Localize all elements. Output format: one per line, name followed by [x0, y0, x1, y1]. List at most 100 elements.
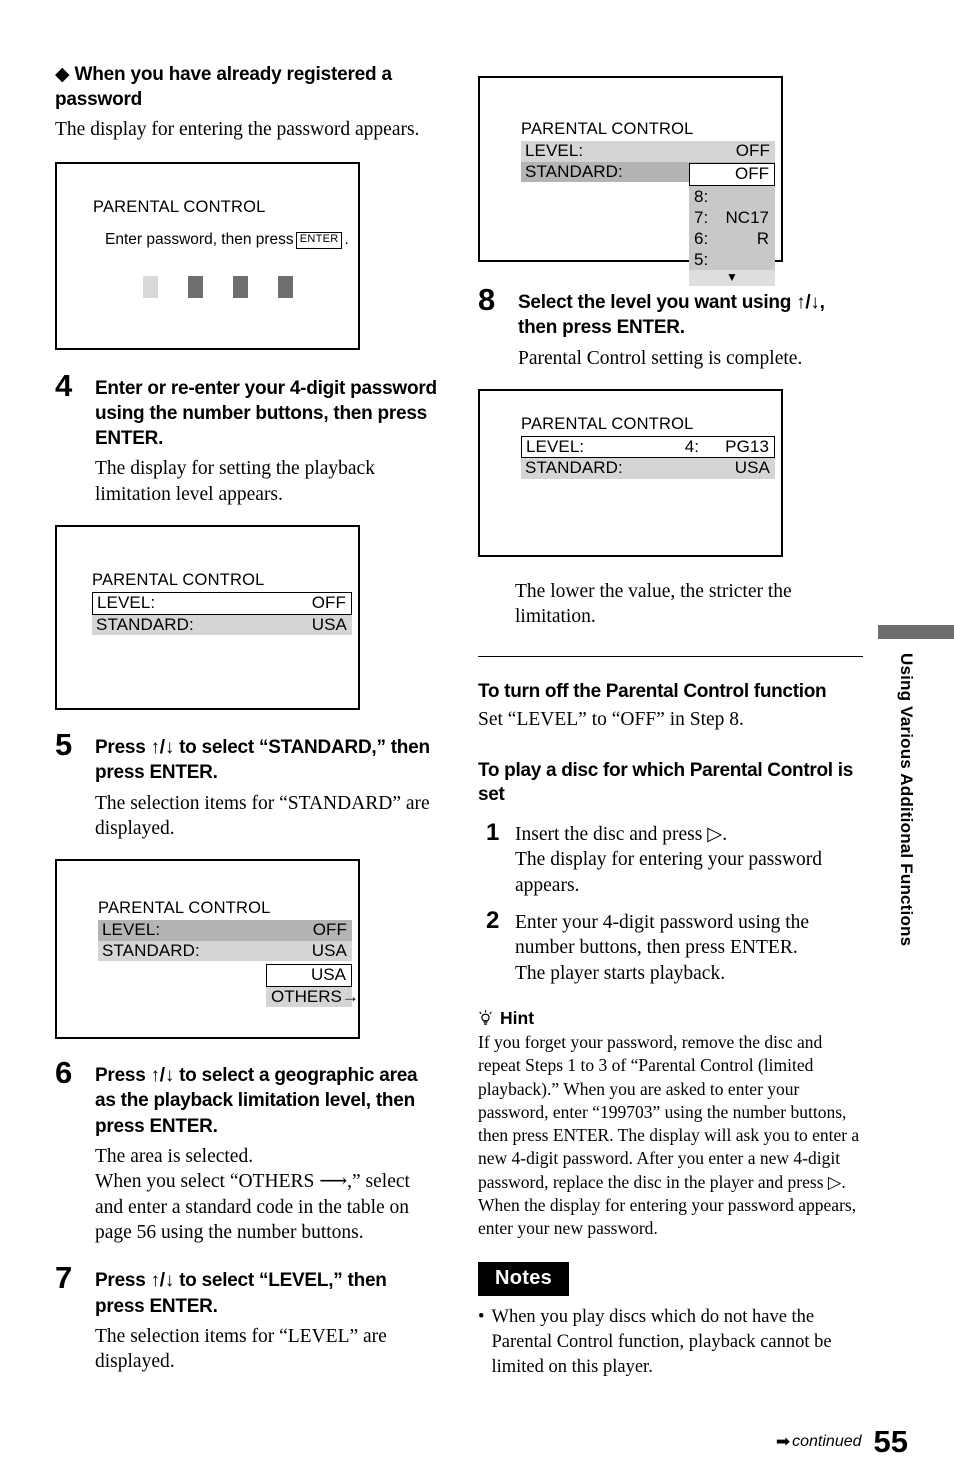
- osd-row-level-label: LEVEL:: [97, 592, 156, 612]
- note-item: • When you play discs which do not have …: [478, 1305, 863, 1379]
- bullet-dot: •: [478, 1307, 485, 1328]
- hint-heading-label: Hint: [500, 1008, 535, 1029]
- step-4-title: Enter or re-enter your 4-digit password …: [95, 377, 437, 450]
- hint-body: If you forget your password, remove the …: [478, 1032, 860, 1239]
- password-digit-box: [143, 276, 158, 299]
- osd-title: PARENTAL CONTROL: [521, 414, 694, 433]
- osd-row-level-value: OFF: [735, 140, 770, 160]
- password-prompt-after: .: [344, 231, 349, 249]
- standard-options-dropdown[interactable]: USA OTHERS→: [266, 964, 359, 1008]
- osd-title: PARENTAL CONTROL: [98, 899, 271, 918]
- osd-row-standard[interactable]: STANDARD: USA: [92, 614, 352, 636]
- step-6-title: Press ↑/↓ to select a geographic area as…: [95, 1065, 418, 1137]
- screen-level-dropdown-content: PARENTAL CONTROL LEVEL: OFF STANDARD: OF…: [480, 78, 781, 286]
- screen-level-standard-content: PARENTAL CONTROL LEVEL: OFF STANDARD: US…: [57, 527, 358, 708]
- step-4-description: The display for setting the playback lim…: [95, 458, 375, 505]
- level-options-dropdown[interactable]: OFF 8: 7: NC17 6: R 5: ▼: [689, 162, 775, 286]
- screen-standard-dropdown-content: PARENTAL CONTROL LEVEL: OFF STANDARD: US…: [57, 861, 359, 1037]
- password-prompt: Enter password, then press ENTER .: [105, 231, 349, 249]
- screen-standard-dropdown: PARENTAL CONTROL LEVEL: OFF STANDARD: US…: [55, 859, 360, 1040]
- step-5: 5 Press ↑/↓ to select “STANDARD,” then p…: [55, 729, 440, 841]
- osd-row-standard-label: STANDARD:: [525, 161, 623, 181]
- osd-row-level[interactable]: LEVEL: 4: PG13: [521, 435, 775, 459]
- arrow-right-icon: ➡: [775, 1432, 791, 1451]
- after-screen-note: The lower the value, the stricter the li…: [515, 580, 792, 628]
- osd-row-level-value: OFF: [312, 920, 347, 939]
- dropdown-option-level-5[interactable]: 5:: [689, 248, 775, 270]
- osd-row-level-value: PG13: [725, 436, 769, 456]
- osd-row-level[interactable]: LEVEL: OFF: [98, 920, 352, 941]
- step-8-title: Select the level you want using ↑/↓, the…: [518, 292, 825, 339]
- level-value: [724, 249, 769, 270]
- osd-title: PARENTAL CONTROL: [92, 570, 265, 589]
- level-key: 5:: [694, 249, 709, 269]
- step-7: 7 Press ↑/↓ to select “LEVEL,” then pres…: [55, 1262, 440, 1374]
- osd-row-level-value: OFF: [311, 592, 346, 612]
- level-value: R: [756, 228, 769, 248]
- dropdown-option-level-7[interactable]: 7: NC17: [689, 206, 775, 228]
- play-step-1: 1 Insert the disc and press ▷. The displ…: [478, 818, 863, 898]
- osd-row-level[interactable]: LEVEL: OFF: [521, 140, 775, 162]
- screen-setting-complete-content: PARENTAL CONTROL LEVEL: 4: PG13 STANDARD…: [480, 391, 781, 555]
- osd-row-standard-label: STANDARD:: [96, 614, 194, 634]
- dropdown-option-others[interactable]: OTHERS→: [266, 986, 359, 1008]
- osd-row-standard-value: USA: [734, 458, 770, 478]
- step-6-number: 6: [55, 1055, 73, 1091]
- continued-label: continued: [792, 1432, 862, 1450]
- osd-title: PARENTAL CONTROL: [521, 120, 694, 138]
- dropdown-scroll-down-icon[interactable]: ▼: [689, 269, 775, 286]
- password-digit-box: [278, 276, 293, 299]
- play-step-2: 2 Enter your 4-digit password using the …: [478, 907, 863, 986]
- step-6-description-line1: The area is selected.: [95, 1146, 254, 1167]
- play-step-1-number: 1: [486, 818, 500, 846]
- hint-heading: Hint: [478, 1008, 863, 1029]
- side-tab-label: Using Various Additional Functions: [897, 653, 916, 947]
- step-5-description: The selection items for “STANDARD” are d…: [95, 792, 430, 839]
- turn-off-heading: To turn off the Parental Control functio…: [478, 680, 827, 702]
- level-value: [724, 186, 769, 207]
- lightbulb-icon: [478, 1010, 493, 1027]
- step-7-number: 7: [55, 1260, 73, 1296]
- osd-row-level-value-number: 4:: [684, 436, 700, 456]
- continued-marker: ➡ continued: [776, 1433, 862, 1451]
- osd-rows: LEVEL: 4: PG13 STANDARD: USA: [521, 435, 775, 480]
- dropdown-option-usa[interactable]: USA: [266, 964, 352, 987]
- step-4: 4 Enter or re-enter your 4-digit passwor…: [55, 370, 440, 507]
- screen-level-standard: PARENTAL CONTROL LEVEL: OFF STANDARD: US…: [55, 524, 360, 710]
- enter-key-badge: ENTER: [295, 231, 343, 249]
- side-tab: Using Various Additional Functions: [878, 625, 954, 946]
- osd-rows: LEVEL: OFF STANDARD: USA: [92, 591, 352, 636]
- screen-setting-complete: PARENTAL CONTROL LEVEL: 4: PG13 STANDARD…: [478, 388, 783, 557]
- osd-row-standard-value: USA: [311, 614, 347, 634]
- play-step-2-number: 2: [486, 907, 500, 934]
- play-step-2-title: Enter your 4-digit password using the nu…: [515, 912, 810, 959]
- screen-level-dropdown: PARENTAL CONTROL LEVEL: OFF STANDARD: OF…: [478, 76, 783, 286]
- password-digit-box: [233, 276, 248, 299]
- osd-row-level-values: 4: PG13: [685, 437, 769, 458]
- dropdown-option-off[interactable]: OFF: [689, 162, 775, 186]
- dropdown-option-level-8[interactable]: 8:: [689, 185, 775, 207]
- osd-row-standard-label: STANDARD:: [525, 458, 623, 478]
- step-5-title: Press ↑/↓ to select “STANDARD,” then pre…: [95, 736, 430, 784]
- osd-row-level[interactable]: LEVEL: OFF: [92, 591, 352, 615]
- step-8: 8 Select the level you want using ↑/↓, t…: [478, 284, 863, 371]
- level-value: NC17: [725, 207, 769, 227]
- osd-row-level-label: LEVEL:: [102, 920, 161, 939]
- play-step-1-title: Insert the disc and press ▷.: [515, 823, 728, 845]
- dropdown-option-level-6[interactable]: 6: R: [689, 227, 775, 249]
- step-8-description: Parental Control setting is complete.: [518, 347, 803, 369]
- notes-block: Notes • When you play discs which do not…: [478, 1262, 863, 1379]
- side-tab-bar: [878, 625, 954, 639]
- step-5-number: 5: [55, 726, 73, 762]
- osd-row-standard[interactable]: STANDARD: USA: [98, 940, 352, 962]
- step-7-title: Press ↑/↓ to select “LEVEL,” then press …: [95, 1270, 387, 1317]
- osd-rows: LEVEL: OFF STANDARD: OFF 8: 7: NC17 6: R…: [521, 140, 775, 286]
- level-key: 6:: [694, 228, 709, 248]
- password-digit-boxes: [143, 276, 338, 299]
- right-column: PARENTAL CONTROL LEVEL: OFF STANDARD: OF…: [478, 76, 863, 1379]
- osd-row-standard[interactable]: STANDARD: USA: [521, 458, 775, 480]
- osd-rows: LEVEL: OFF STANDARD: USA USA OTHERS→: [98, 920, 359, 1008]
- page-number: 55: [873, 1424, 908, 1459]
- password-digit-box: [188, 276, 203, 299]
- screen-password-entry-content: PARENTAL CONTROL Enter password, then pr…: [57, 164, 358, 348]
